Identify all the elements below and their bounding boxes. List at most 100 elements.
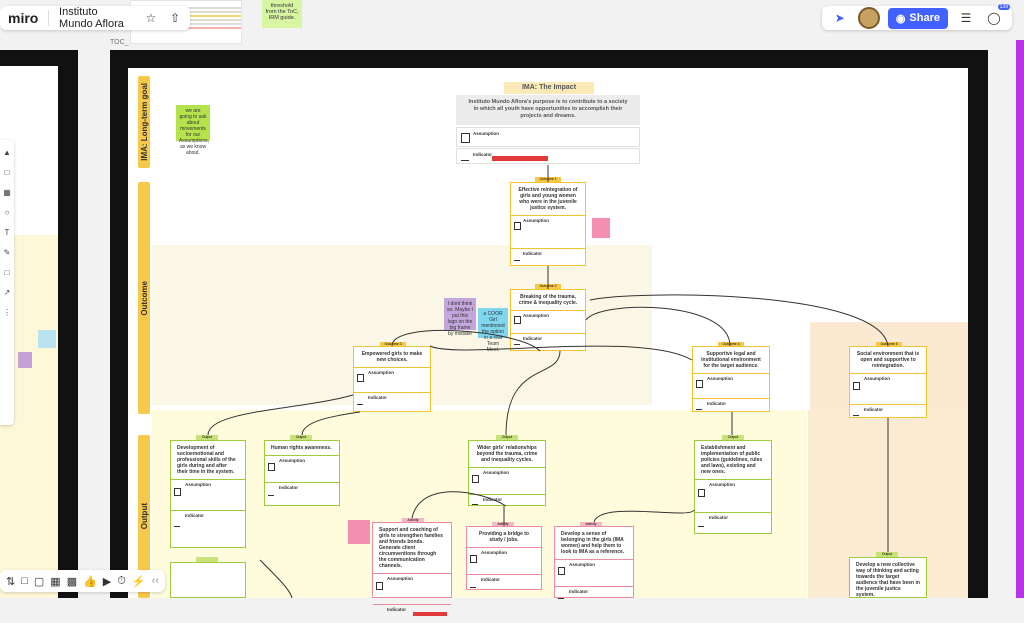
output1-title: Development of socioemotional and profes… (177, 445, 236, 475)
impact-indicator-card[interactable]: Indicator (456, 148, 640, 164)
cards-icon[interactable]: ▦ (50, 575, 60, 588)
avatar[interactable] (857, 7, 880, 29)
band-label: Output (139, 503, 149, 530)
output1-card[interactable]: Development of socioemotional and profes… (170, 440, 246, 548)
band-long-term-goal: IMA: Long-term goal (138, 76, 150, 168)
impact-assumption-card[interactable]: Assumption (456, 127, 640, 147)
blue-sticky[interactable]: a COOR Girl mentioned the option in a re… (478, 308, 508, 353)
outcome5-card[interactable]: Social environment that is open and supp… (849, 346, 927, 418)
left-frame-sticky[interactable] (38, 330, 56, 348)
scale-icon (357, 399, 363, 405)
assumption-label: Assumption (387, 576, 414, 581)
indicator-label: Indicator (523, 251, 543, 256)
indicator-label: Indicator (473, 152, 493, 157)
impact-header[interactable]: IMA: The Impact (504, 82, 594, 94)
outcome2-card[interactable]: Breaking of the trauma, crime & inequali… (510, 289, 586, 351)
select-tool-icon[interactable]: ▲ (3, 148, 11, 157)
indicator-label: Indicator (387, 607, 407, 612)
lightning-icon[interactable]: ⚡ (132, 575, 146, 588)
export-icon[interactable]: ⇧ (168, 8, 182, 28)
settings-sliders-icon[interactable]: ☰ (956, 8, 976, 28)
output4-card[interactable]: Establishment and implementation of publ… (694, 440, 772, 534)
bottom-toolbar: ⇅ □ ▢ ▦ ▩ 👍 ▶ ⏱ ⚡ ‹‹ (0, 570, 165, 592)
reactions-icon[interactable]: ➤ (830, 8, 850, 28)
video-icon[interactable]: ▶ (103, 575, 111, 588)
output3-card[interactable]: Wider girls' relationships beyond the tr… (468, 440, 546, 506)
star-icon[interactable]: ☆ (144, 8, 158, 28)
indicator-bar (413, 612, 447, 616)
notifications-icon[interactable]: ◯ 139 (984, 4, 1010, 28)
scale-icon (698, 521, 704, 527)
more-tools-icon[interactable]: ⋮ (3, 308, 11, 317)
activity1-title: Support and coaching of girls to strengt… (379, 527, 443, 569)
right-toolbar: ➤ ◉ Share ☰ ◯ 139 (821, 4, 1012, 30)
outcome1-title: Effective reintegration of girls and you… (518, 187, 578, 211)
comment-tool-icon[interactable]: □ (5, 268, 10, 277)
left-frame-sticky-purple[interactable] (18, 352, 32, 368)
document-icon (174, 488, 181, 496)
collapse-icon[interactable]: ‹‹ (152, 575, 159, 587)
outcome3-card[interactable]: Empowered girls to make new choices. Ass… (353, 346, 431, 412)
share-button[interactable]: ◉ Share (887, 7, 948, 29)
activity3-title: Develop a sense of belonging in the girl… (561, 531, 625, 555)
board-title-bar: miro Instituto Mundo Aflora ☆ ⇧ (0, 6, 190, 30)
outcome1-pink-sticky[interactable] (592, 218, 610, 238)
indicator-label: Indicator (481, 577, 501, 582)
assumption-label: Assumption (483, 470, 510, 475)
activity1-card[interactable]: Support and coaching of girls to strengt… (372, 522, 452, 616)
purple-sticky[interactable]: I dont think so. Maybe I put this logo o… (444, 298, 476, 337)
text-tool-icon[interactable]: T (5, 228, 10, 237)
output2-card[interactable]: Human rights awareness. Assumption Indic… (264, 440, 340, 506)
scale-icon (514, 255, 520, 261)
output2-title: Human rights awareness. (271, 445, 332, 451)
outcome5-title: Social environment that is open and supp… (856, 351, 920, 369)
share-screen-icon[interactable]: ⇅ (6, 575, 15, 588)
document-icon (357, 374, 364, 382)
sticky-tool-icon[interactable]: ▦ (3, 188, 11, 197)
comment-icon[interactable]: □ (21, 575, 28, 587)
activity2-card[interactable]: Providing a bridge to study / jobs. Assu… (466, 526, 542, 590)
activity-pink-sticky[interactable] (348, 520, 370, 544)
output-small-card[interactable] (170, 562, 246, 598)
goal-sticky[interactable]: we are going to ask about movements for … (176, 105, 210, 156)
document-icon (472, 475, 479, 483)
assumption-label: Assumption (473, 131, 500, 136)
document-icon (514, 316, 521, 324)
impact-statement[interactable]: Instituto Mundo Aflora's purpose is to c… (456, 95, 640, 125)
indicator-label: Indicator (279, 485, 299, 490)
share-label: Share (909, 12, 940, 24)
pen-tool-icon[interactable]: ✎ (4, 248, 11, 257)
frame-tool-icon[interactable]: □ (5, 168, 10, 177)
outcome3-title: Empowered girls to make new choices. (361, 351, 423, 363)
document-icon (470, 555, 477, 563)
output5-card[interactable]: Develop a new collective way of thinking… (849, 557, 927, 598)
scale-icon (558, 593, 564, 599)
document-icon (853, 382, 860, 390)
board-name[interactable]: Instituto Mundo Aflora (59, 6, 134, 30)
assumption-label: Assumption (709, 482, 736, 487)
output5-title: Develop a new collective way of thinking… (856, 562, 920, 598)
outcome4-card[interactable]: Supportive legal and institutional envir… (692, 346, 770, 412)
band-label: Outcome (139, 280, 149, 316)
shape-tool-icon[interactable]: ○ (5, 208, 10, 217)
frame-label[interactable]: TOC_ (110, 39, 129, 46)
assumption-label: Assumption (368, 370, 395, 375)
chat-icon[interactable]: ▢ (34, 575, 44, 588)
apps-icon[interactable]: ▩ (67, 575, 77, 588)
indicator-bar (492, 156, 548, 161)
miro-logo[interactable]: miro (8, 10, 38, 26)
scale-icon (268, 490, 274, 496)
outcome1-card[interactable]: Effective reintegration of girls and you… (510, 182, 586, 266)
assumption-label: Assumption (864, 376, 891, 381)
activity3-card[interactable]: Develop a sense of belonging in the girl… (554, 526, 634, 599)
reactions-icon[interactable]: 👍 (83, 575, 97, 588)
assumption-label: Assumption (185, 482, 212, 487)
scale-icon (461, 153, 469, 161)
timer-icon[interactable]: ⏱ (117, 575, 126, 588)
top-sticky[interactable]: threshold from the ToC, IRM guide. (262, 0, 302, 28)
indicator-label: Indicator (864, 407, 884, 412)
indicator-label: Indicator (483, 497, 503, 502)
document-icon (558, 567, 565, 575)
connector-tool-icon[interactable]: ↗ (4, 288, 11, 297)
outcome2-title: Breaking of the trauma, crime & inequali… (518, 294, 578, 306)
